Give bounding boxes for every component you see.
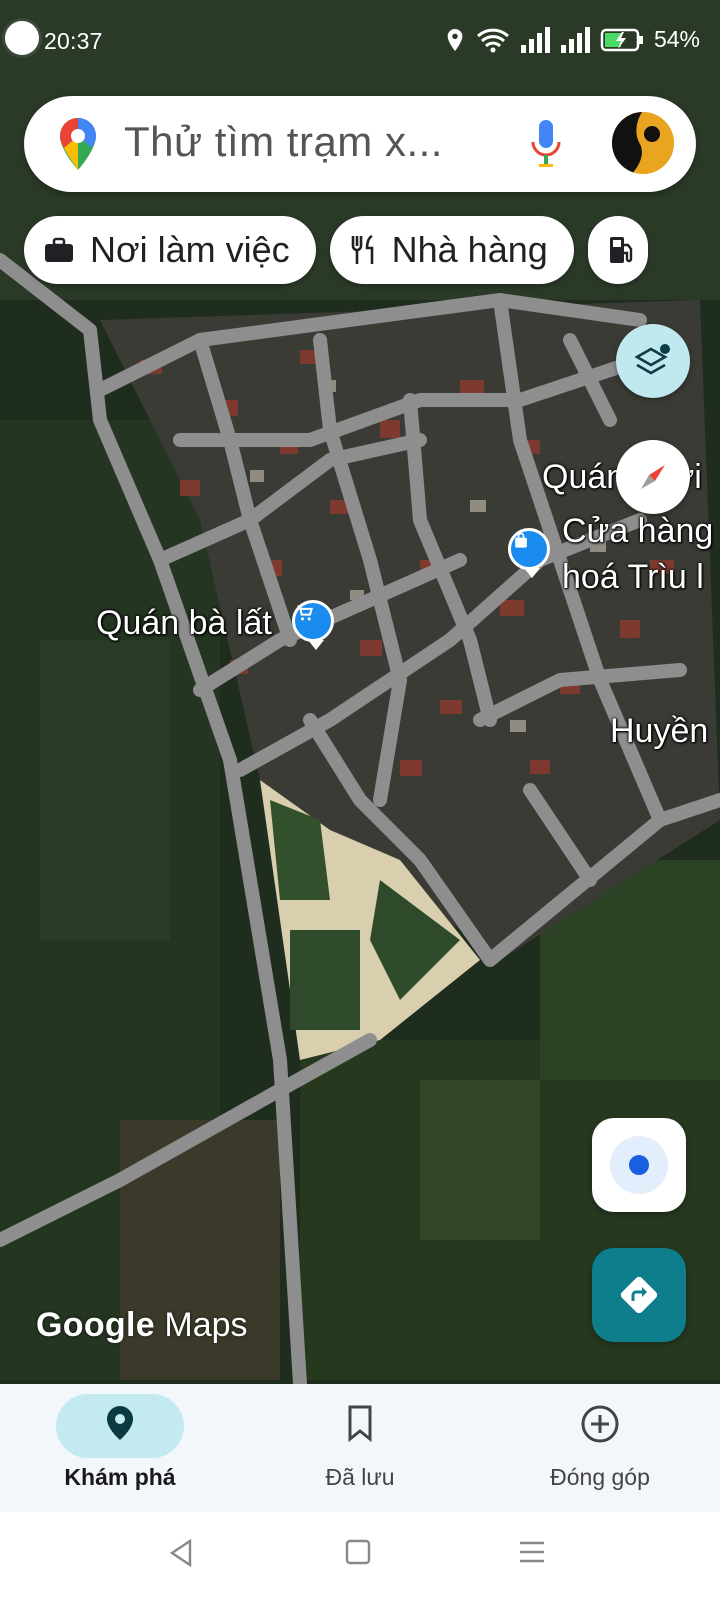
wifi-icon xyxy=(476,28,509,52)
system-navigation-bar xyxy=(0,1512,720,1600)
directions-button[interactable] xyxy=(592,1248,686,1342)
chip-workplace[interactable]: Nơi làm việc xyxy=(24,216,316,284)
google-maps-watermark: Google Maps xyxy=(36,1306,248,1345)
tab-label: Đã lưu xyxy=(325,1464,395,1490)
tab-explore[interactable]: Khám phá xyxy=(0,1384,240,1512)
home-icon[interactable] xyxy=(344,1538,372,1566)
signal-icon xyxy=(520,26,550,53)
status-bar: 20:37 54% xyxy=(0,0,720,82)
shopping-cart-icon[interactable] xyxy=(292,600,334,650)
compass-button[interactable] xyxy=(616,440,690,514)
profile-avatar[interactable] xyxy=(612,112,674,174)
bookmark-icon xyxy=(240,1404,480,1442)
chip-label: Nhà hàng xyxy=(391,229,548,270)
tab-label: Khám phá xyxy=(64,1464,176,1490)
location-status-icon xyxy=(447,28,463,51)
layers-icon xyxy=(634,344,670,375)
watermark-maps: Maps xyxy=(164,1306,248,1344)
watermark-google: Google xyxy=(36,1306,155,1344)
bottom-navigation: Khám phá Đã lưu Đóng góp xyxy=(0,1384,720,1512)
gas-station-icon xyxy=(608,235,634,265)
status-time: 20:37 xyxy=(44,28,103,54)
layers-button[interactable] xyxy=(616,324,690,398)
battery-charging-icon xyxy=(600,28,643,51)
chip-restaurant[interactable]: Nhà hàng xyxy=(329,216,574,284)
menu-icon[interactable] xyxy=(518,1538,546,1566)
my-location-icon xyxy=(610,1136,668,1194)
signal-icon-2 xyxy=(560,26,590,53)
chip-gas-station[interactable] xyxy=(587,216,648,284)
map-label-huyen[interactable]: Huyền xyxy=(610,712,708,751)
chip-label: Nơi làm việc xyxy=(90,229,290,270)
tab-saved[interactable]: Đã lưu xyxy=(240,1384,480,1512)
compass-icon xyxy=(641,465,665,489)
search-bar[interactable]: Thử tìm trạm x... xyxy=(24,96,696,192)
my-location-button[interactable] xyxy=(592,1118,686,1212)
notification-icon xyxy=(2,18,42,58)
tab-contribute[interactable]: Đóng góp xyxy=(480,1384,720,1512)
restaurant-icon xyxy=(350,234,376,266)
search-input[interactable]: Thử tìm trạm x... xyxy=(124,118,443,166)
directions-icon xyxy=(620,1276,658,1314)
back-icon[interactable] xyxy=(168,1538,194,1568)
tab-label: Đóng góp xyxy=(550,1464,650,1490)
map-label-cua-hang-line1[interactable]: Cửa hàng xyxy=(562,512,713,551)
map-label-quan-ba-lat[interactable]: Quán bà lất xyxy=(96,604,272,643)
google-maps-logo-icon xyxy=(60,118,96,170)
microphone-icon[interactable] xyxy=(530,118,562,170)
shopping-bag-icon[interactable] xyxy=(508,528,550,578)
briefcase-icon xyxy=(44,237,74,263)
map-label-cua-hang-line2[interactable]: hoá Trìu l xyxy=(562,558,704,597)
map-label-quan-partial[interactable]: Quán xyxy=(542,458,625,497)
add-circle-icon xyxy=(480,1404,720,1444)
battery-percent: 54% xyxy=(653,26,700,52)
category-chips: Nơi làm việc Nhà hàng xyxy=(24,216,648,284)
location-pin-icon xyxy=(0,1404,240,1442)
